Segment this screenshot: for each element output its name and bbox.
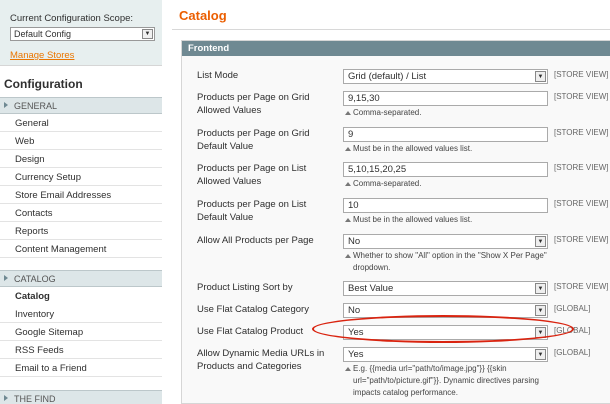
scope-tag: [STORE VIEW]: [554, 70, 609, 79]
highlight-annotation: [312, 315, 574, 343]
scope-tag: [STORE VIEW]: [554, 128, 609, 137]
fieldset-header[interactable]: Frontend: [182, 41, 610, 56]
field-note: Comma-separated.: [343, 107, 553, 119]
scope-switcher: Current Configuration Scope: Default Con…: [0, 0, 162, 66]
title-divider: [172, 29, 610, 30]
select-value: Grid (default) / List: [348, 71, 427, 82]
select-value: Best Value: [348, 283, 394, 294]
field-label: List Mode: [197, 70, 239, 81]
scope-tag: [STORE VIEW]: [554, 92, 609, 101]
dynamic-media-urls-select[interactable]: Yes ▼: [343, 347, 548, 362]
select-value: No: [348, 305, 361, 316]
nav-section-header-catalog[interactable]: CATALOG: [0, 270, 162, 287]
sidebar-item-google-sitemap[interactable]: Google Sitemap: [0, 323, 162, 341]
field-label: Products per Page on List Default Value: [197, 199, 307, 223]
sidebar-item-contacts[interactable]: Contacts: [0, 204, 162, 222]
nav-section-the-find: THE FIND: [0, 390, 162, 404]
triangle-up-icon: [345, 111, 351, 115]
sidebar-item-general[interactable]: General: [0, 114, 162, 132]
sidebar-item-email-to-a-friend[interactable]: Email to a Friend: [0, 359, 162, 377]
grid-default-value-input[interactable]: 9: [343, 127, 548, 142]
scope-tag: [GLOBAL]: [554, 348, 591, 357]
triangle-right-icon: [4, 102, 8, 108]
select-value: No: [348, 236, 361, 247]
scope-tag: [GLOBAL]: [554, 304, 591, 313]
sidebar-item-inventory[interactable]: Inventory: [0, 305, 162, 323]
field-label: Allow All Products per Page: [197, 235, 314, 246]
nav-section-catalog: CATALOG Catalog Inventory Google Sitemap…: [0, 270, 162, 377]
frontend-fieldset: Frontend List Mode Grid (default) / List…: [181, 40, 610, 404]
sidebar-item-web[interactable]: Web: [0, 132, 162, 150]
sidebar-item-design[interactable]: Design: [0, 150, 162, 168]
triangle-up-icon: [345, 254, 351, 258]
scope-tag: [STORE VIEW]: [554, 199, 609, 208]
triangle-up-icon: [345, 218, 351, 222]
sidebar: Current Configuration Scope: Default Con…: [0, 0, 162, 404]
sidebar-item-content-management[interactable]: Content Management: [0, 240, 162, 258]
scope-tag: [STORE VIEW]: [554, 163, 609, 172]
triangle-right-icon: [4, 395, 8, 401]
field-label: Product Listing Sort by: [197, 282, 293, 293]
list-default-value-input[interactable]: 10: [343, 198, 548, 213]
field-label: Allow Dynamic Media URLs in Products and…: [197, 348, 325, 372]
field-label: Use Flat Catalog Category: [197, 304, 309, 315]
sort-by-select[interactable]: Best Value ▼: [343, 281, 548, 296]
nav-section-header-general[interactable]: GENERAL: [0, 97, 162, 114]
triangle-up-icon: [345, 147, 351, 151]
sidebar-item-rss-feeds[interactable]: RSS Feeds: [0, 341, 162, 359]
scope-select[interactable]: Default Config ▼: [10, 27, 155, 41]
field-note: Comma-separated.: [343, 178, 553, 190]
field-label: Products per Page on Grid Allowed Values: [197, 92, 310, 116]
triangle-up-icon: [345, 367, 351, 371]
field-label: Products per Page on List Allowed Values: [197, 163, 307, 187]
list-mode-select[interactable]: Grid (default) / List ▼: [343, 69, 548, 84]
main-content: Catalog Frontend List Mode Grid (default…: [172, 0, 610, 404]
field-note: Must be in the allowed values list.: [343, 214, 553, 226]
field-note: E.g. {{media url="path/to/image.jpg"}} {…: [343, 363, 553, 399]
sidebar-item-store-email-addresses[interactable]: Store Email Addresses: [0, 186, 162, 204]
allow-all-products-select[interactable]: No ▼: [343, 234, 548, 249]
nav-section-general: GENERAL General Web Design Currency Setu…: [0, 97, 162, 258]
scope-label: Current Configuration Scope:: [10, 13, 134, 24]
chevron-down-icon: ▼: [535, 236, 546, 247]
chevron-down-icon: ▼: [535, 349, 546, 360]
manage-stores-link[interactable]: Manage Stores: [10, 50, 162, 61]
sidebar-item-reports[interactable]: Reports: [0, 222, 162, 240]
chevron-down-icon: ▼: [535, 305, 546, 316]
triangle-up-icon: [345, 182, 351, 186]
sidebar-item-currency-setup[interactable]: Currency Setup: [0, 168, 162, 186]
field-note: Whether to show "All" option in the "Sho…: [343, 250, 553, 274]
chevron-down-icon: ▼: [142, 29, 153, 39]
configuration-title: Configuration: [4, 77, 83, 91]
page-title: Catalog: [179, 8, 227, 23]
scope-select-value: Default Config: [14, 29, 72, 39]
scope-tag: [STORE VIEW]: [554, 235, 609, 244]
chevron-down-icon: ▼: [535, 71, 546, 82]
sidebar-item-catalog[interactable]: Catalog: [0, 287, 162, 305]
grid-allowed-values-input[interactable]: 9,15,30: [343, 91, 548, 106]
select-value: Yes: [348, 349, 364, 360]
scope-tag: [STORE VIEW]: [554, 282, 609, 291]
list-allowed-values-input[interactable]: 5,10,15,20,25: [343, 162, 548, 177]
field-note: Must be in the allowed values list.: [343, 143, 553, 155]
field-label: Products per Page on Grid Default Value: [197, 128, 310, 152]
nav-section-header-the-find[interactable]: THE FIND: [0, 390, 162, 404]
chevron-down-icon: ▼: [535, 283, 546, 294]
triangle-right-icon: [4, 275, 8, 281]
